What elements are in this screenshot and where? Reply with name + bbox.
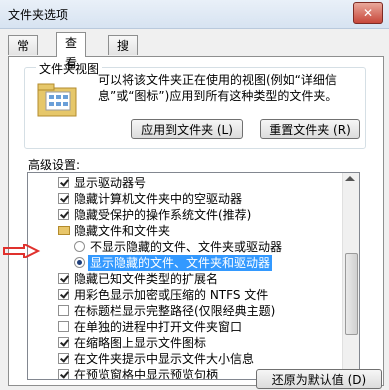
- folder-view-description: 可以将该文件夹正在使用的视图(例如“详细信息”或“图标”)应用到所有这种类型的文…: [98, 73, 338, 103]
- item-label: 隐藏受保护的操作系统文件(推荐): [74, 208, 252, 222]
- checkbox[interactable]: [58, 353, 69, 364]
- item-label: 在文件夹提示中显示文件大小信息: [74, 352, 255, 366]
- item-label: 显示驱动器号: [74, 176, 147, 190]
- checkbox[interactable]: [58, 305, 69, 316]
- checkbox[interactable]: [58, 177, 69, 188]
- item-label: 显示隐藏的文件、文件夹和驱动器: [88, 255, 273, 271]
- folder-icon: [58, 226, 70, 235]
- checkbox[interactable]: [58, 289, 69, 300]
- close-button[interactable]: ✕: [353, 2, 383, 24]
- checkbox[interactable]: [58, 321, 69, 332]
- vertical-scrollbar[interactable]: [342, 173, 359, 379]
- item-label: 用彩色显示加密或压缩的 NTFS 文件: [74, 288, 269, 302]
- tab-general[interactable]: 常规: [8, 35, 39, 73]
- folder-view-icon: [37, 83, 77, 117]
- item-label: 隐藏文件和文件夹: [74, 224, 171, 238]
- title-bar: 文件夹选项 ✕: [0, 0, 389, 29]
- scrollbar-thumb[interactable]: [345, 253, 358, 335]
- tab-search[interactable]: 搜索: [108, 35, 139, 73]
- checkbox[interactable]: [58, 209, 69, 220]
- item-label: 在缩略图上显示文件图标: [74, 336, 207, 350]
- advanced-settings-list[interactable]: 显示驱动器号 隐藏计算机文件夹中的空驱动器 隐藏受保护的操作系统文件(推荐) 隐…: [27, 172, 360, 380]
- checkbox[interactable]: [58, 193, 69, 204]
- checkbox[interactable]: [58, 337, 69, 348]
- item-label: 在单独的进程中打开文件夹窗口: [74, 320, 243, 334]
- checkbox[interactable]: [58, 273, 69, 284]
- red-arrow-icon: [3, 244, 41, 258]
- item-label: 隐藏已知文件类型的扩展名: [74, 272, 219, 286]
- checkbox[interactable]: [58, 369, 69, 379]
- reset-folders-button[interactable]: 重置文件夹 (R): [260, 119, 360, 139]
- item-label: 在预览窗格中显示预览句柄: [74, 368, 219, 380]
- radio-button[interactable]: [74, 257, 85, 268]
- item-label: 隐藏计算机文件夹中的空驱动器: [74, 192, 243, 206]
- apply-to-folders-button[interactable]: 应用到文件夹 (L): [131, 119, 243, 139]
- radio-button[interactable]: [74, 241, 85, 252]
- item-label: 不显示隐藏的文件、文件夹或驱动器: [90, 240, 283, 254]
- restore-defaults-button[interactable]: 还原为默认值 (D): [256, 369, 382, 389]
- window-title: 文件夹选项: [8, 8, 69, 22]
- tab-view[interactable]: 查看: [56, 32, 87, 70]
- advanced-settings-title: 高级设置:: [28, 158, 81, 172]
- item-label: 在标题栏显示完整路径(仅限经典主题): [74, 304, 276, 318]
- scroll-up-icon[interactable]: [345, 176, 355, 181]
